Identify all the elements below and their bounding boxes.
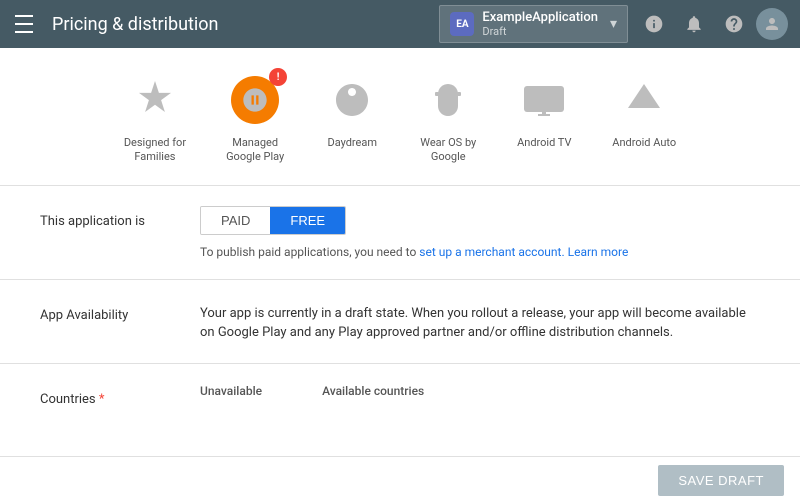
pricing-section: This application is PAID FREE To publish… (0, 186, 800, 280)
availability-content: Your app is currently in a draft state. … (200, 300, 760, 343)
daydream-label: Daydream (327, 136, 377, 150)
help-icon-button[interactable] (716, 6, 752, 42)
app-info: ExampleApplication Draft (482, 10, 598, 38)
wear-os-icon (424, 76, 472, 124)
available-column-header: Available countries (322, 384, 424, 398)
main-container: Designed forFamilies ! ManagedGoogle Pla… (0, 48, 800, 504)
android-auto-icon (620, 76, 668, 124)
managed-google-play-item[interactable]: ! ManagedGoogle Play (226, 72, 284, 165)
app-status: Draft (482, 25, 598, 38)
designed-for-families-label: Designed forFamilies (124, 136, 186, 165)
program-icons-section: Designed forFamilies ! ManagedGoogle Pla… (0, 48, 800, 186)
managed-google-play-icon-wrapper: ! (227, 72, 283, 128)
app-selector-dropdown[interactable]: EA ExampleApplication Draft ▾ (439, 5, 628, 43)
page-title: Pricing & distribution (52, 14, 439, 35)
learn-more-link[interactable]: Learn more (568, 245, 629, 259)
wear-os-item[interactable]: Wear OS byGoogle (420, 72, 476, 165)
android-auto-icon-wrapper (616, 72, 672, 128)
unavailable-column-header: Unavailable (200, 384, 262, 398)
paid-free-toggle: PAID FREE (200, 206, 346, 235)
user-avatar[interactable] (756, 8, 788, 40)
app-icon: EA (450, 12, 474, 36)
topbar-actions (636, 6, 788, 42)
availability-text: Your app is currently in a draft state. … (200, 300, 760, 343)
wear-os-icon-wrapper (420, 72, 476, 128)
bottom-bar: SAVE DRAFT (0, 456, 800, 504)
hamburger-menu-icon[interactable] (12, 12, 36, 36)
paid-button[interactable]: PAID (201, 207, 270, 234)
app-name: ExampleApplication (482, 10, 598, 25)
designed-for-families-icon-wrapper (127, 72, 183, 128)
notifications-icon-button[interactable] (676, 6, 712, 42)
free-button[interactable]: FREE (270, 207, 345, 234)
countries-label-text: Countries (40, 392, 96, 407)
info-icon-button[interactable] (636, 6, 672, 42)
countries-section: Countries * Unavailable Available countr… (0, 364, 800, 427)
managed-google-play-label: ManagedGoogle Play (226, 136, 284, 165)
chevron-down-icon: ▾ (610, 16, 617, 32)
save-draft-button[interactable]: SAVE DRAFT (658, 465, 784, 496)
android-tv-icon (520, 76, 568, 124)
required-indicator: * (99, 392, 105, 407)
pricing-label: This application is (40, 206, 180, 229)
warning-badge: ! (269, 68, 287, 86)
countries-label: Countries * (40, 384, 180, 407)
daydream-item[interactable]: Daydream (324, 72, 380, 165)
android-tv-label: Android TV (517, 136, 571, 150)
android-auto-label: Android Auto (612, 136, 676, 150)
android-tv-item[interactable]: Android TV (516, 72, 572, 165)
countries-content: Unavailable Available countries (200, 384, 760, 398)
star-icon (131, 76, 179, 124)
helper-text: To publish paid applications, you need t… (200, 245, 760, 259)
availability-section: App Availability Your app is currently i… (0, 280, 800, 364)
availability-label: App Availability (40, 300, 180, 323)
pricing-content: PAID FREE To publish paid applications, … (200, 206, 760, 259)
android-tv-icon-wrapper (516, 72, 572, 128)
countries-columns: Unavailable Available countries (200, 384, 760, 398)
designed-for-families-item[interactable]: Designed forFamilies (124, 72, 186, 165)
android-auto-item[interactable]: Android Auto (612, 72, 676, 165)
topbar: Pricing & distribution EA ExampleApplica… (0, 0, 800, 48)
merchant-account-link[interactable]: set up a merchant account. (419, 245, 564, 259)
daydream-icon (328, 76, 376, 124)
daydream-icon-wrapper (324, 72, 380, 128)
wear-os-label: Wear OS byGoogle (420, 136, 476, 165)
content-area: Designed forFamilies ! ManagedGoogle Pla… (0, 48, 800, 504)
